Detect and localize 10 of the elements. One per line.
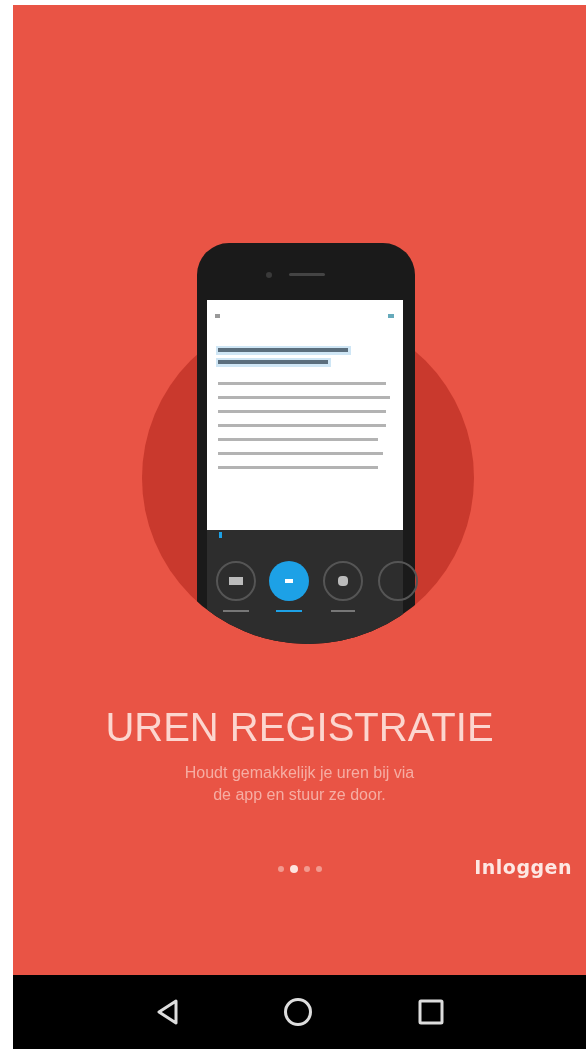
page-indicator-dot[interactable]	[289, 865, 298, 873]
slide-description: Houdt gemakkelijk je uren bij via de app en stuur ze door.	[183, 763, 416, 805]
page-indicator-dot[interactable]	[315, 866, 322, 872]
page-indicator-dot[interactable]	[303, 866, 310, 872]
slide-title: UREN REGISTRATIE	[105, 705, 494, 750]
recents-icon[interactable]	[417, 999, 444, 1025]
back-icon[interactable]	[155, 999, 178, 1025]
page-indicator-dot[interactable]	[277, 866, 284, 872]
home-icon[interactable]	[282, 997, 313, 1027]
login-button[interactable]: Inloggen	[472, 854, 574, 880]
